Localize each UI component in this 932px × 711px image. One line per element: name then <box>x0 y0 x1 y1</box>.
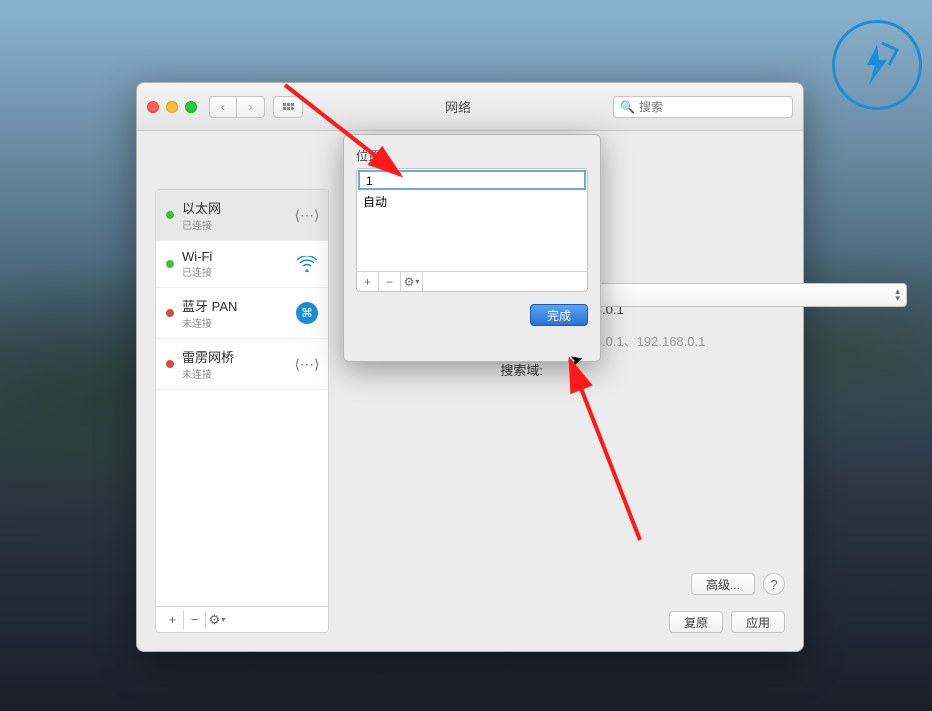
sidebar-footer: + − ⚙▾ <box>156 606 328 632</box>
location-item[interactable]: 自动 <box>357 191 587 211</box>
forward-button[interactable]: › <box>237 96 265 118</box>
remove-network-button[interactable]: − <box>184 611 206 629</box>
search-domain-label: 搜索域: <box>343 360 543 379</box>
wifi-icon <box>296 253 318 275</box>
stepper-arrows-icon: ▴▾ <box>895 288 900 302</box>
advanced-button[interactable]: 高级... <box>691 573 755 595</box>
traffic-lights <box>147 101 197 113</box>
status-dot-icon <box>166 211 174 219</box>
chevron-down-icon: ▾ <box>415 277 419 286</box>
watermark-logo <box>832 20 922 110</box>
network-name: 以太网 <box>182 198 288 217</box>
sidebar-item-bluetooth-pan[interactable]: 蓝牙 PAN 未连接 ⌘ <box>156 288 328 339</box>
minimize-button[interactable] <box>166 101 178 113</box>
remove-location-button[interactable]: − <box>379 272 401 291</box>
sidebar-item-wifi[interactable]: Wi-Fi 已连接 <box>156 241 328 288</box>
location-item-editing[interactable] <box>358 170 586 190</box>
done-button[interactable]: 完成 <box>530 304 588 326</box>
status-dot-icon <box>166 260 174 268</box>
status-dot-icon <box>166 360 174 368</box>
window-title: 网络 <box>303 97 613 116</box>
search-icon: 🔍 <box>620 100 635 114</box>
network-sidebar: 以太网 已连接 ⟨⋯⟩ Wi-Fi 已连接 <box>155 189 329 633</box>
network-actions-button[interactable]: ⚙▾ <box>206 611 228 629</box>
location-popover: 位置 自动 + − ⚙▾ 完成 <box>343 134 601 362</box>
show-all-button[interactable] <box>273 96 303 118</box>
sidebar-item-ethernet[interactable]: 以太网 已连接 ⟨⋯⟩ <box>156 190 328 241</box>
add-network-button[interactable]: + <box>162 611 184 629</box>
gear-icon: ⚙ <box>209 612 221 628</box>
gear-icon: ⚙ <box>404 275 415 289</box>
location-name-input[interactable] <box>366 174 578 188</box>
location-list-label: 位置 <box>356 147 588 164</box>
network-list: 以太网 已连接 ⟨⋯⟩ Wi-Fi 已连接 <box>156 190 328 606</box>
ethernet-icon: ⟨⋯⟩ <box>296 204 318 226</box>
network-status: 未连接 <box>182 366 288 381</box>
revert-button[interactable]: 复原 <box>669 611 723 633</box>
grid-icon <box>283 103 294 110</box>
help-button[interactable]: ? <box>763 573 785 595</box>
search-field[interactable]: 🔍 <box>613 96 793 118</box>
chevron-down-icon: ▾ <box>221 615 225 624</box>
bluetooth-icon: ⌘ <box>296 302 318 324</box>
location-list-footer: + − ⚙▾ <box>357 271 587 291</box>
status-dot-icon <box>166 309 174 317</box>
network-name: 蓝牙 PAN <box>182 296 288 315</box>
network-status: 已连接 <box>182 264 288 279</box>
network-status: 已连接 <box>182 217 288 232</box>
close-button[interactable] <box>147 101 159 113</box>
network-name: Wi-Fi <box>182 249 288 264</box>
location-list: 自动 + − ⚙▾ <box>356 168 588 292</box>
network-name: 雷雳网桥 <box>182 347 288 366</box>
zoom-button[interactable] <box>185 101 197 113</box>
network-status: 未连接 <box>182 315 288 330</box>
thunderbolt-icon: ⟨⋯⟩ <box>296 353 318 375</box>
back-button[interactable]: ‹ <box>209 96 237 118</box>
sidebar-item-thunderbolt-bridge[interactable]: 雷雳网桥 未连接 ⟨⋯⟩ <box>156 339 328 390</box>
location-actions-button[interactable]: ⚙▾ <box>401 272 423 291</box>
apply-button[interactable]: 应用 <box>731 611 785 633</box>
search-input[interactable] <box>639 100 794 114</box>
nav-buttons: ‹ › <box>209 96 265 118</box>
titlebar: ‹ › 网络 🔍 <box>137 83 803 131</box>
add-location-button[interactable]: + <box>357 272 379 291</box>
